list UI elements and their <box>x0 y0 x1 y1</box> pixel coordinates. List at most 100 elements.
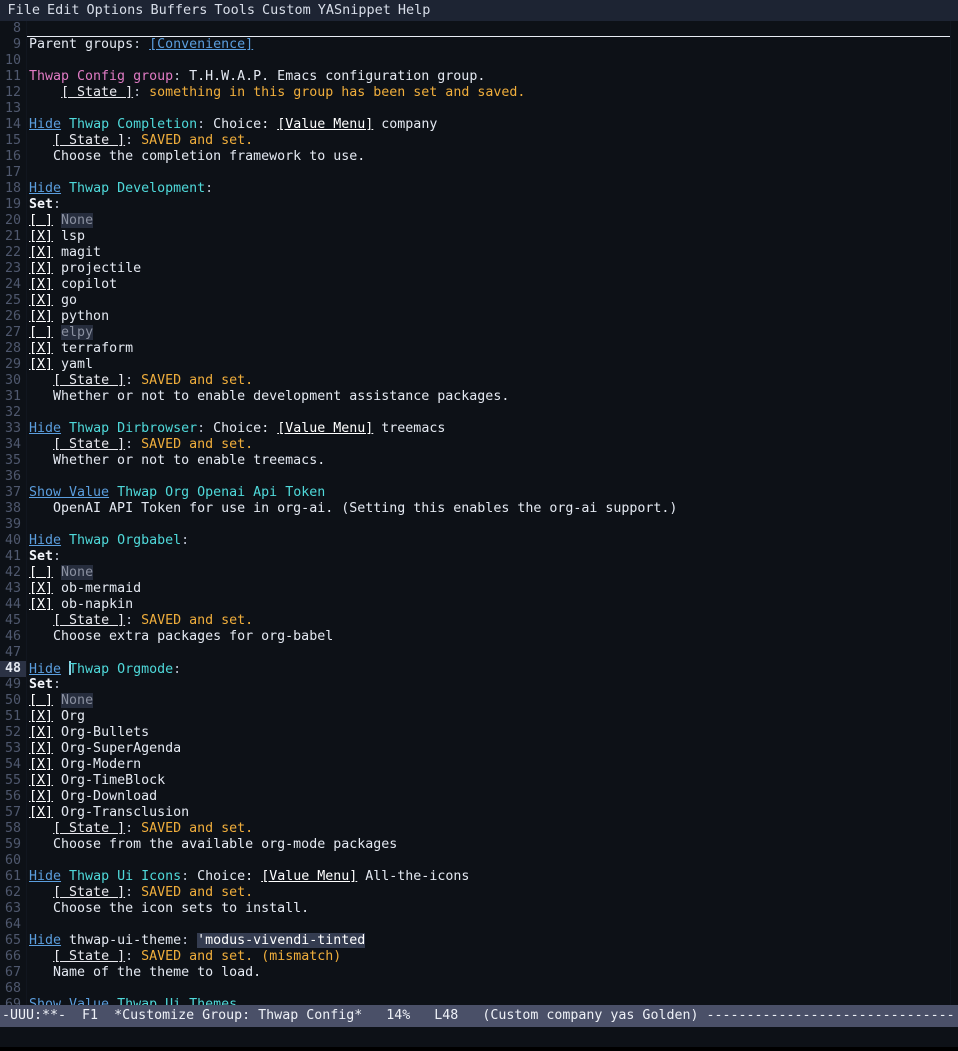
line-content: Set: <box>27 549 958 565</box>
echo-area[interactable] <box>0 1027 958 1047</box>
buffer-link[interactable]: Show Value <box>29 997 109 1005</box>
checkbox-toggle[interactable]: [ ] <box>29 693 53 708</box>
buffer-link[interactable]: Hide <box>29 421 61 436</box>
state-button[interactable]: [ State ] <box>53 613 125 628</box>
buffer-text <box>29 949 53 964</box>
buffer-line: 32 <box>0 405 958 421</box>
buffer-text: Org-Transclusion <box>53 805 190 820</box>
buffer-text: Whether or not to enable treemacs. <box>29 453 326 468</box>
buffer-link[interactable]: Hide <box>29 533 61 548</box>
line-content: Hide Thwap Orgbabel: <box>27 533 958 549</box>
line-number: 12 <box>0 85 26 101</box>
value-field[interactable]: 'modus-vivendi-tinted <box>197 933 366 948</box>
buffer-link[interactable]: Hide <box>29 662 61 677</box>
buffer-punctuation: : <box>53 549 62 564</box>
checkbox-toggle[interactable]: [X] <box>29 229 53 244</box>
menu-item-file[interactable]: File <box>4 0 44 21</box>
buffer-link[interactable]: Hide <box>29 181 61 196</box>
menu-item-edit[interactable]: Edit <box>44 0 84 21</box>
buffer-punctuation: : <box>181 869 198 884</box>
line-number: 17 <box>0 165 26 181</box>
checkbox-toggle[interactable]: [X] <box>29 293 53 308</box>
state-button[interactable]: [ State ] <box>61 85 133 100</box>
line-content <box>27 405 958 421</box>
menu-item-options[interactable]: Options <box>83 0 147 21</box>
checkbox-toggle[interactable]: [X] <box>29 277 53 292</box>
checkbox-toggle[interactable]: [X] <box>29 245 53 260</box>
buffer-link[interactable]: Hide <box>29 869 61 884</box>
checkbox-toggle[interactable]: [ ] <box>29 565 53 580</box>
menu-item-buffers[interactable]: Buffers <box>147 0 211 21</box>
menu-item-tools[interactable]: Tools <box>211 0 259 21</box>
line-number: 55 <box>0 773 26 789</box>
checkbox-toggle[interactable]: [X] <box>29 581 53 596</box>
buffer-link[interactable]: [Convenience] <box>149 37 253 52</box>
buffer-line: 17 <box>0 165 958 181</box>
group-name: Thwap Ui Icons <box>69 869 182 884</box>
line-number: 57 <box>0 805 26 821</box>
buffer-punctuation: : <box>133 85 150 100</box>
buffer-line: 37 Show Value Thwap Org Openai Api Token <box>0 485 958 501</box>
checkbox-toggle[interactable]: [X] <box>29 341 53 356</box>
line-number: 20 <box>0 213 26 229</box>
buffer-punctuation: : <box>125 821 142 836</box>
buffer-line: 54 [X] Org-Modern <box>0 757 958 773</box>
state-button[interactable]: [ State ] <box>53 949 125 964</box>
buffer-line: 23 [X] projectile <box>0 261 958 277</box>
buffer-line: 50[ ] None <box>0 693 958 709</box>
buffer-link[interactable]: Hide <box>29 933 61 948</box>
buffer-text: Choice: <box>213 117 278 132</box>
customize-buffer[interactable]: 8 9 Parent groups: [Convenience] 10 11 Thwap … <box>0 21 958 1005</box>
buffer-line: 55 [X] Org-TimeBlock <box>0 773 958 789</box>
line-content: [ State ]: SAVED and set. (mismatch) <box>27 949 958 965</box>
checkbox-toggle[interactable]: [X] <box>29 805 53 820</box>
buffer-line: 43 [X] ob-mermaid <box>0 581 958 597</box>
line-content: [X] Org-Modern <box>27 757 958 773</box>
value-menu-button[interactable]: [Value Menu] <box>277 421 373 436</box>
line-number: 64 <box>0 917 26 933</box>
set-label: Set <box>29 197 54 212</box>
checkbox-toggle[interactable]: [X] <box>29 789 53 804</box>
state-button[interactable]: [ State ] <box>53 437 125 452</box>
value-menu-button[interactable]: [Value Menu] <box>277 117 373 132</box>
state-button[interactable]: [ State ] <box>53 373 125 388</box>
value-menu-button[interactable]: [Value Menu] <box>261 869 357 884</box>
state-button[interactable]: [ State ] <box>53 821 125 836</box>
line-content: Hide Thwap Development: <box>27 181 958 197</box>
line-number: 11 <box>0 69 26 85</box>
buffer-line: 56 [X] Org-Download <box>0 789 958 805</box>
checkbox-toggle[interactable]: [X] <box>29 261 53 276</box>
state-text: SAVED and set. <box>141 613 254 628</box>
state-button[interactable]: [ State ] <box>53 885 125 900</box>
buffer-link[interactable]: Hide <box>29 117 61 132</box>
menu-item-custom[interactable]: Custom <box>258 0 314 21</box>
line-content: Hide Thwap Completion: Choice: [Value Me… <box>27 117 958 133</box>
checkbox-toggle[interactable]: [ ] <box>29 325 53 340</box>
checkbox-toggle[interactable]: [X] <box>29 309 53 324</box>
line-content: [ ] None <box>27 565 958 581</box>
checkbox-toggle[interactable]: [X] <box>29 597 53 612</box>
mode-line-text: -UUU:**- F1 *Customize Group: Thwap Conf… <box>0 1005 958 1027</box>
checkbox-toggle[interactable]: [X] <box>29 773 53 788</box>
buffer-punctuation: : <box>53 677 62 692</box>
menu-bar[interactable]: File Edit Options Buffers Tools Custom YASnipp… <box>0 0 958 21</box>
checkbox-toggle[interactable]: [X] <box>29 725 53 740</box>
frame-bottom-edge <box>0 1047 958 1051</box>
buffer-text <box>109 997 117 1005</box>
menu-item-yasnippet[interactable]: YASnippet <box>314 0 394 21</box>
checkbox-toggle[interactable]: [X] <box>29 709 53 724</box>
line-content: Hide Thwap Ui Icons: Choice: [Value Menu… <box>27 869 958 885</box>
state-button[interactable]: [ State ] <box>53 133 125 148</box>
checkbox-toggle[interactable]: [X] <box>29 357 53 372</box>
group-name: Thwap Ui Themes <box>117 997 238 1005</box>
checkbox-toggle[interactable]: [X] <box>29 757 53 772</box>
line-number: 51 <box>0 709 26 725</box>
buffer-line: 26 [X] python <box>0 309 958 325</box>
buffer-link[interactable]: Show Value <box>29 485 109 500</box>
state-text: SAVED and set. <box>141 821 254 836</box>
checkbox-toggle[interactable]: [X] <box>29 741 53 756</box>
buffer-line: 22 [X] magit <box>0 245 958 261</box>
checkbox-toggle[interactable]: [ ] <box>29 213 53 228</box>
buffer-punctuation: : <box>197 421 214 436</box>
menu-item-help[interactable]: Help <box>394 0 434 21</box>
